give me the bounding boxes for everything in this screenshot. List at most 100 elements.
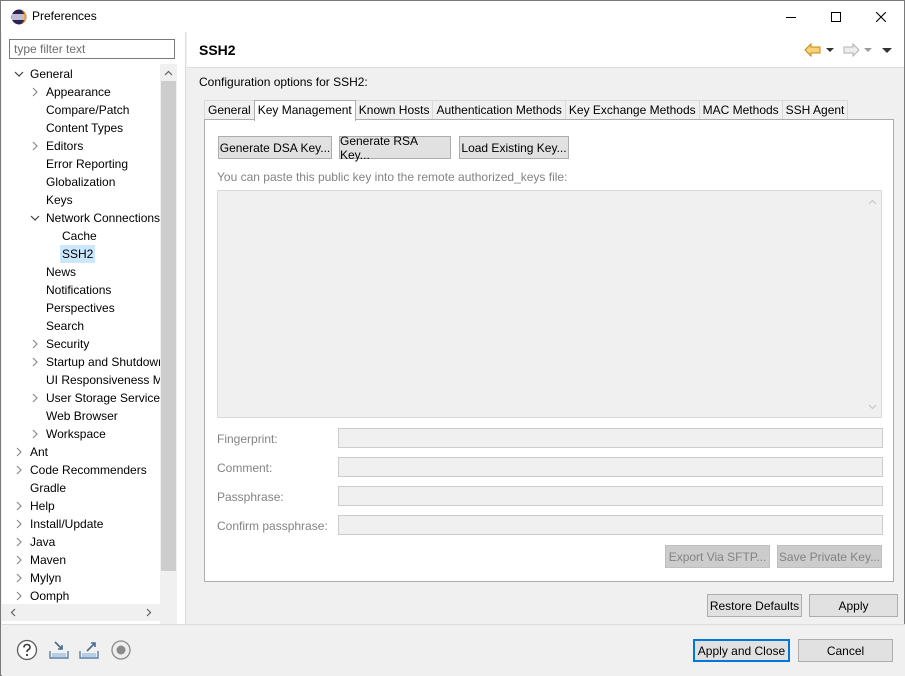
back-dropdown-icon[interactable] (825, 42, 835, 58)
apply-button[interactable]: Apply (809, 594, 898, 617)
confirm-passphrase-field[interactable] (338, 515, 883, 535)
minimize-button[interactable] (768, 1, 814, 32)
generate-rsa-key-button[interactable]: Generate RSA Key... (339, 134, 451, 162)
tree-item[interactable]: News (2, 263, 160, 281)
export-via-sftp-button[interactable]: Export Via SFTP... (665, 545, 770, 568)
load-existing-key-button[interactable]: Load Existing Key... (459, 136, 569, 159)
tree-item[interactable]: Web Browser (2, 407, 160, 425)
tree-item-label: Java (30, 535, 56, 549)
forward-arrow-icon[interactable] (842, 42, 860, 58)
key-area-scrollbar[interactable] (864, 191, 881, 417)
tree-item[interactable]: Keys (2, 191, 160, 209)
tree-item[interactable]: Security (2, 335, 160, 353)
chevron-down-icon[interactable] (14, 65, 24, 83)
public-key-textarea[interactable] (217, 190, 882, 418)
tree-item-label: Gradle (30, 481, 67, 495)
tree-item-label: Keys (46, 193, 73, 207)
cancel-button[interactable]: Cancel (798, 639, 893, 662)
tree-item[interactable]: Help (2, 497, 160, 515)
tree-item[interactable]: UI Responsiveness Monitoring (2, 371, 160, 389)
tree-horizontal-scrollbar[interactable] (2, 604, 160, 621)
chevron-right-icon[interactable] (30, 425, 40, 443)
tree-item[interactable]: Editors (2, 137, 160, 155)
generate-dsa-key-button[interactable]: Generate DSA Key... (218, 136, 332, 159)
scrollbar-thumb[interactable] (161, 81, 176, 571)
comment-field[interactable] (338, 457, 883, 477)
tree-item[interactable]: Mylyn (2, 569, 160, 587)
tree-item-label: Perspectives (46, 301, 115, 315)
tree-item[interactable]: Maven (2, 551, 160, 569)
chevron-right-icon[interactable] (14, 551, 24, 569)
chevron-right-icon[interactable] (14, 569, 24, 587)
restore-defaults-button[interactable]: Restore Defaults (707, 594, 802, 617)
confirm-passphrase-label: Confirm passphrase: (217, 519, 328, 533)
export-icon[interactable] (78, 639, 100, 661)
forward-dropdown-icon[interactable] (863, 42, 873, 58)
chevron-right-icon[interactable] (14, 443, 24, 461)
chevron-down-icon[interactable] (30, 209, 40, 227)
close-button[interactable] (858, 1, 904, 32)
tree-item[interactable]: Content Types (2, 119, 160, 137)
tab-ssh-agent[interactable]: SSH Agent (781, 100, 849, 120)
chevron-right-icon[interactable] (30, 137, 40, 155)
tree-item-label: News (46, 265, 77, 279)
apply-and-close-button[interactable]: Apply and Close (693, 639, 790, 662)
tree-item-label: Startup and Shutdown (46, 355, 160, 369)
tree-item[interactable]: Globalization (2, 173, 160, 191)
tree-item[interactable]: Error Reporting (2, 155, 160, 173)
tree-item[interactable]: Install/Update (2, 515, 160, 533)
tree-item[interactable]: Cache (2, 227, 160, 245)
title-bar: Preferences (1, 1, 904, 32)
tree-item-label: Error Reporting (46, 157, 129, 171)
help-icon[interactable] (16, 639, 38, 661)
scroll-up-icon[interactable] (160, 64, 177, 81)
tree-item[interactable]: SSH2 (2, 245, 160, 263)
save-private-key-button[interactable]: Save Private Key... (777, 545, 882, 568)
chevron-right-icon[interactable] (14, 515, 24, 533)
preference-page: SSH2 Configuration options for SSH2: Gen… (187, 32, 904, 624)
tree-item[interactable]: Gradle (2, 479, 160, 497)
tab-authentication-methods[interactable]: Authentication Methods (432, 100, 566, 120)
tree-item[interactable]: User Storage Service (2, 389, 160, 407)
chevron-right-icon[interactable] (14, 533, 24, 551)
chevron-right-icon[interactable] (30, 389, 40, 407)
tab-known-hosts[interactable]: Known Hosts (354, 100, 434, 120)
tree-item[interactable]: Search (2, 317, 160, 335)
tree-item[interactable]: Java (2, 533, 160, 551)
tab-key-exchange-methods[interactable]: Key Exchange Methods (564, 100, 700, 120)
filter-input[interactable] (9, 39, 175, 59)
tab-key-management[interactable]: Key Management (253, 100, 356, 121)
tree-item[interactable]: Ant (2, 443, 160, 461)
tree-vertical-scrollbar[interactable] (160, 64, 177, 636)
tree-item[interactable]: Compare/Patch (2, 101, 160, 119)
chevron-right-icon[interactable] (14, 497, 24, 515)
tree-item[interactable]: Oomph (2, 587, 160, 605)
tree-item[interactable]: Code Recommenders (2, 461, 160, 479)
tab-mac-methods[interactable]: MAC Methods (698, 100, 783, 120)
chevron-right-icon[interactable] (30, 83, 40, 101)
tree-item[interactable]: Notifications (2, 281, 160, 299)
tree-item[interactable]: Network Connections (2, 209, 160, 227)
chevron-right-icon[interactable] (30, 353, 40, 371)
view-menu-icon[interactable] (881, 42, 893, 58)
fingerprint-field[interactable] (338, 428, 883, 448)
record-icon[interactable] (110, 639, 132, 661)
tree-item-label: SSH2 (60, 245, 96, 263)
tree-item[interactable]: Appearance (2, 83, 160, 101)
close-icon (876, 11, 886, 22)
chevron-right-icon[interactable] (14, 587, 24, 605)
tree-item-label: Editors (46, 139, 84, 153)
chevron-right-icon[interactable] (14, 461, 24, 479)
tree-item[interactable]: Workspace (2, 425, 160, 443)
scroll-left-icon[interactable] (4, 604, 21, 621)
tree-item[interactable]: General (2, 65, 160, 83)
back-arrow-icon[interactable] (804, 42, 822, 58)
passphrase-field[interactable] (338, 486, 883, 506)
import-icon[interactable] (48, 639, 70, 661)
chevron-right-icon[interactable] (30, 335, 40, 353)
scroll-right-icon[interactable] (140, 604, 157, 621)
tree-item[interactable]: Startup and Shutdown (2, 353, 160, 371)
tree-item[interactable]: Perspectives (2, 299, 160, 317)
maximize-button[interactable] (813, 1, 859, 32)
tab-general[interactable]: General (204, 100, 255, 120)
